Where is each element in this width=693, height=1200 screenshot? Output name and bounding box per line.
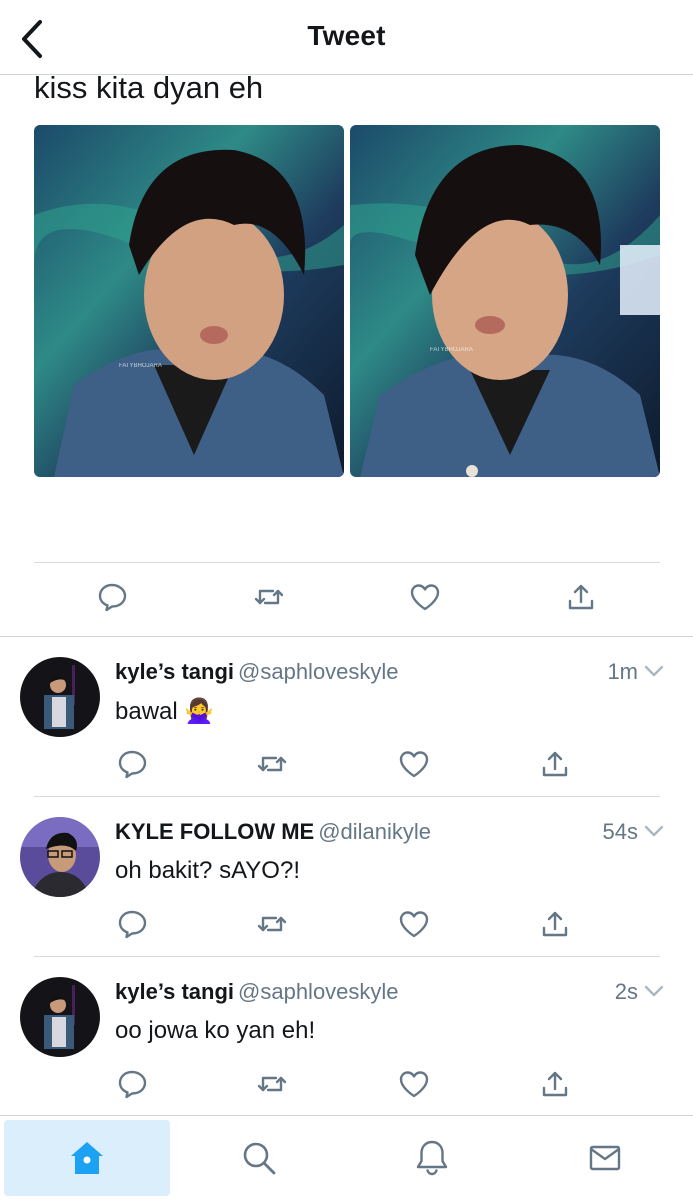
divider [34, 562, 660, 563]
retweet-button[interactable] [255, 1067, 289, 1101]
avatar[interactable] [20, 977, 100, 1057]
user-handle[interactable]: @dilanikyle [318, 819, 431, 844]
like-button[interactable] [397, 747, 431, 781]
photo-image: FATYBHOJARA [34, 125, 344, 477]
photo-image: FATYBHOJARA [350, 125, 660, 477]
reply-button[interactable] [95, 580, 129, 614]
like-button[interactable] [397, 907, 431, 941]
share-icon [564, 580, 598, 614]
like-button[interactable] [397, 1067, 431, 1101]
reply-header: kyle’s tangi @saphloveskyle [115, 659, 399, 685]
photo-watermark: FATYBHOJARA [119, 363, 162, 369]
reply-icon [115, 747, 149, 781]
tab-messages[interactable] [522, 1120, 688, 1196]
avatar-image [20, 657, 100, 737]
tweet-photo-1[interactable]: FATYBHOJARA [34, 125, 344, 477]
chevron-down-icon[interactable] [643, 663, 665, 679]
chevron-down-icon[interactable] [643, 983, 665, 999]
like-icon [397, 747, 431, 781]
share-button[interactable] [538, 1067, 572, 1101]
share-icon [538, 907, 572, 941]
share-icon [538, 747, 572, 781]
notifications-icon [416, 1140, 448, 1176]
chevron-down-icon[interactable] [643, 823, 665, 839]
like-icon [408, 580, 442, 614]
avatar-image [20, 977, 100, 1057]
share-icon [538, 1067, 572, 1101]
retweet-button[interactable] [252, 580, 286, 614]
reply-text: bawal 🙅‍♀️ [115, 698, 215, 725]
retweet-button[interactable] [255, 747, 289, 781]
reply-header: KYLE FOLLOW ME @dilanikyle [115, 819, 431, 845]
tab-notifications[interactable] [349, 1120, 515, 1196]
user-handle[interactable]: @saphloveskyle [238, 659, 399, 684]
tweet-actions [0, 580, 693, 620]
user-handle[interactable]: @saphloveskyle [238, 979, 399, 1004]
timestamp: 2s [614, 979, 638, 1004]
retweet-button[interactable] [255, 907, 289, 941]
tweet-text: kiss kita dyan eh [34, 70, 264, 105]
tab-home[interactable] [4, 1120, 170, 1196]
reply-header: kyle’s tangi @saphloveskyle [115, 979, 399, 1005]
reply-button[interactable] [115, 907, 149, 941]
tab-search[interactable] [176, 1120, 342, 1196]
reply-actions [0, 747, 693, 783]
like-icon [397, 907, 431, 941]
reply-text: oo jowa ko yan eh! [115, 1017, 316, 1044]
display-name[interactable]: KYLE FOLLOW ME [115, 819, 314, 844]
search-icon [243, 1142, 276, 1175]
like-button[interactable] [408, 580, 442, 614]
reply-tweet[interactable]: kyle’s tangi @saphloveskyle 1m bawal 🙅‍♀️ [0, 637, 693, 797]
avatar[interactable] [20, 817, 100, 897]
retweet-icon [255, 747, 289, 781]
share-button[interactable] [538, 747, 572, 781]
display-name[interactable]: kyle’s tangi [115, 979, 234, 1004]
reply-actions [0, 1067, 693, 1103]
reply-tweet[interactable]: kyle’s tangi @saphloveskyle 2s oo jowa ko… [0, 957, 693, 1117]
top-bar: Tweet [0, 0, 693, 75]
retweet-icon [252, 580, 286, 614]
photo-watermark: FATYBHOJARA [430, 347, 473, 353]
share-button[interactable] [564, 580, 598, 614]
avatar-image [20, 817, 100, 897]
share-button[interactable] [538, 907, 572, 941]
reply-button[interactable] [115, 1067, 149, 1101]
reply-text: oh bakit? sAYO?! [115, 857, 300, 884]
timestamp: 54s [602, 819, 638, 844]
reply-actions [0, 907, 693, 943]
retweet-icon [255, 1067, 289, 1101]
page-title: Tweet [307, 20, 386, 51]
reply-tweet[interactable]: KYLE FOLLOW ME @dilanikyle 54s oh bakit? … [0, 797, 693, 957]
tweet-photo-2[interactable]: FATYBHOJARA [350, 125, 660, 477]
reply-icon [115, 1067, 149, 1101]
like-icon [397, 1067, 431, 1101]
reply-icon [115, 907, 149, 941]
avatar[interactable] [20, 657, 100, 737]
timestamp: 1m [607, 659, 638, 684]
home-icon [71, 1142, 103, 1174]
display-name[interactable]: kyle’s tangi [115, 659, 234, 684]
retweet-icon [255, 907, 289, 941]
messages-icon [589, 1145, 621, 1171]
tab-bar [0, 1115, 693, 1200]
reply-icon [95, 580, 129, 614]
reply-button[interactable] [115, 747, 149, 781]
